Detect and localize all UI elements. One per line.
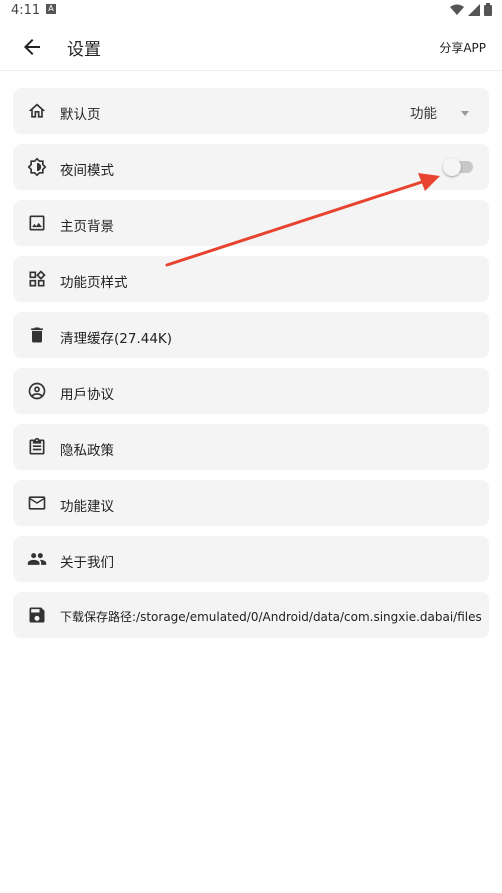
mail-icon xyxy=(28,496,46,510)
settings-list: 默认页 功能 夜间模式 主页背景 功能页样式 清理缓存(27.44K) 用戶协议… xyxy=(13,88,489,648)
setting-label: 下载保存路径:/storage/emulated/0/Android/data/… xyxy=(60,610,482,624)
setting-label: 主页背景 xyxy=(60,219,114,235)
setting-label: 夜间模式 xyxy=(60,163,114,179)
setting-clear-cache[interactable]: 清理缓存(27.44K) xyxy=(13,312,489,358)
status-bar: 4:11 A xyxy=(0,0,502,24)
signal-icon xyxy=(468,3,480,16)
setting-feedback[interactable]: 功能建议 xyxy=(13,480,489,526)
battery-icon xyxy=(484,3,492,16)
setting-feature-page-style[interactable]: 功能页样式 xyxy=(13,256,489,302)
setting-label: 清理缓存(27.44K) xyxy=(60,331,173,347)
night-mode-toggle[interactable] xyxy=(443,158,473,176)
app-bar: 设置 分享APP xyxy=(0,24,502,71)
dropdown-arrow-icon xyxy=(461,110,469,116)
wifi-icon xyxy=(450,4,464,15)
setting-label: 隐私政策 xyxy=(60,443,114,459)
setting-label: 用戶协议 xyxy=(60,387,114,403)
setting-about-us[interactable]: 关于我们 xyxy=(13,536,489,582)
setting-download-path[interactable]: 下载保存路径:/storage/emulated/0/Android/data/… xyxy=(13,592,489,638)
image-icon xyxy=(29,215,45,231)
notification-a-icon: A xyxy=(46,4,56,14)
toggle-knob xyxy=(443,158,461,176)
dropdown-value: 功能 xyxy=(410,106,437,122)
setting-label: 功能建议 xyxy=(60,499,114,515)
status-time: 4:11 xyxy=(11,3,41,18)
setting-label: 默认页 xyxy=(60,107,101,123)
page-title: 设置 xyxy=(67,40,101,60)
save-icon xyxy=(29,607,45,623)
setting-default-page[interactable]: 默认页 功能 xyxy=(13,88,489,134)
trash-icon xyxy=(31,327,43,343)
setting-privacy-policy[interactable]: 隐私政策 xyxy=(13,424,489,470)
widgets-icon xyxy=(29,270,46,287)
setting-label: 功能页样式 xyxy=(60,275,128,291)
account-circle-icon xyxy=(28,382,46,400)
setting-home-background[interactable]: 主页背景 xyxy=(13,200,489,246)
setting-label: 关于我们 xyxy=(60,555,114,571)
clipboard-icon xyxy=(29,437,45,455)
status-icons xyxy=(450,3,492,16)
back-arrow-icon[interactable] xyxy=(20,35,44,59)
home-icon xyxy=(28,103,46,118)
brightness-icon xyxy=(27,157,47,177)
share-app-button[interactable]: 分享APP xyxy=(439,39,486,56)
people-icon xyxy=(27,553,47,565)
setting-user-agreement[interactable]: 用戶协议 xyxy=(13,368,489,414)
setting-night-mode[interactable]: 夜间模式 xyxy=(13,144,489,190)
default-page-dropdown[interactable]: 功能 xyxy=(410,102,469,122)
